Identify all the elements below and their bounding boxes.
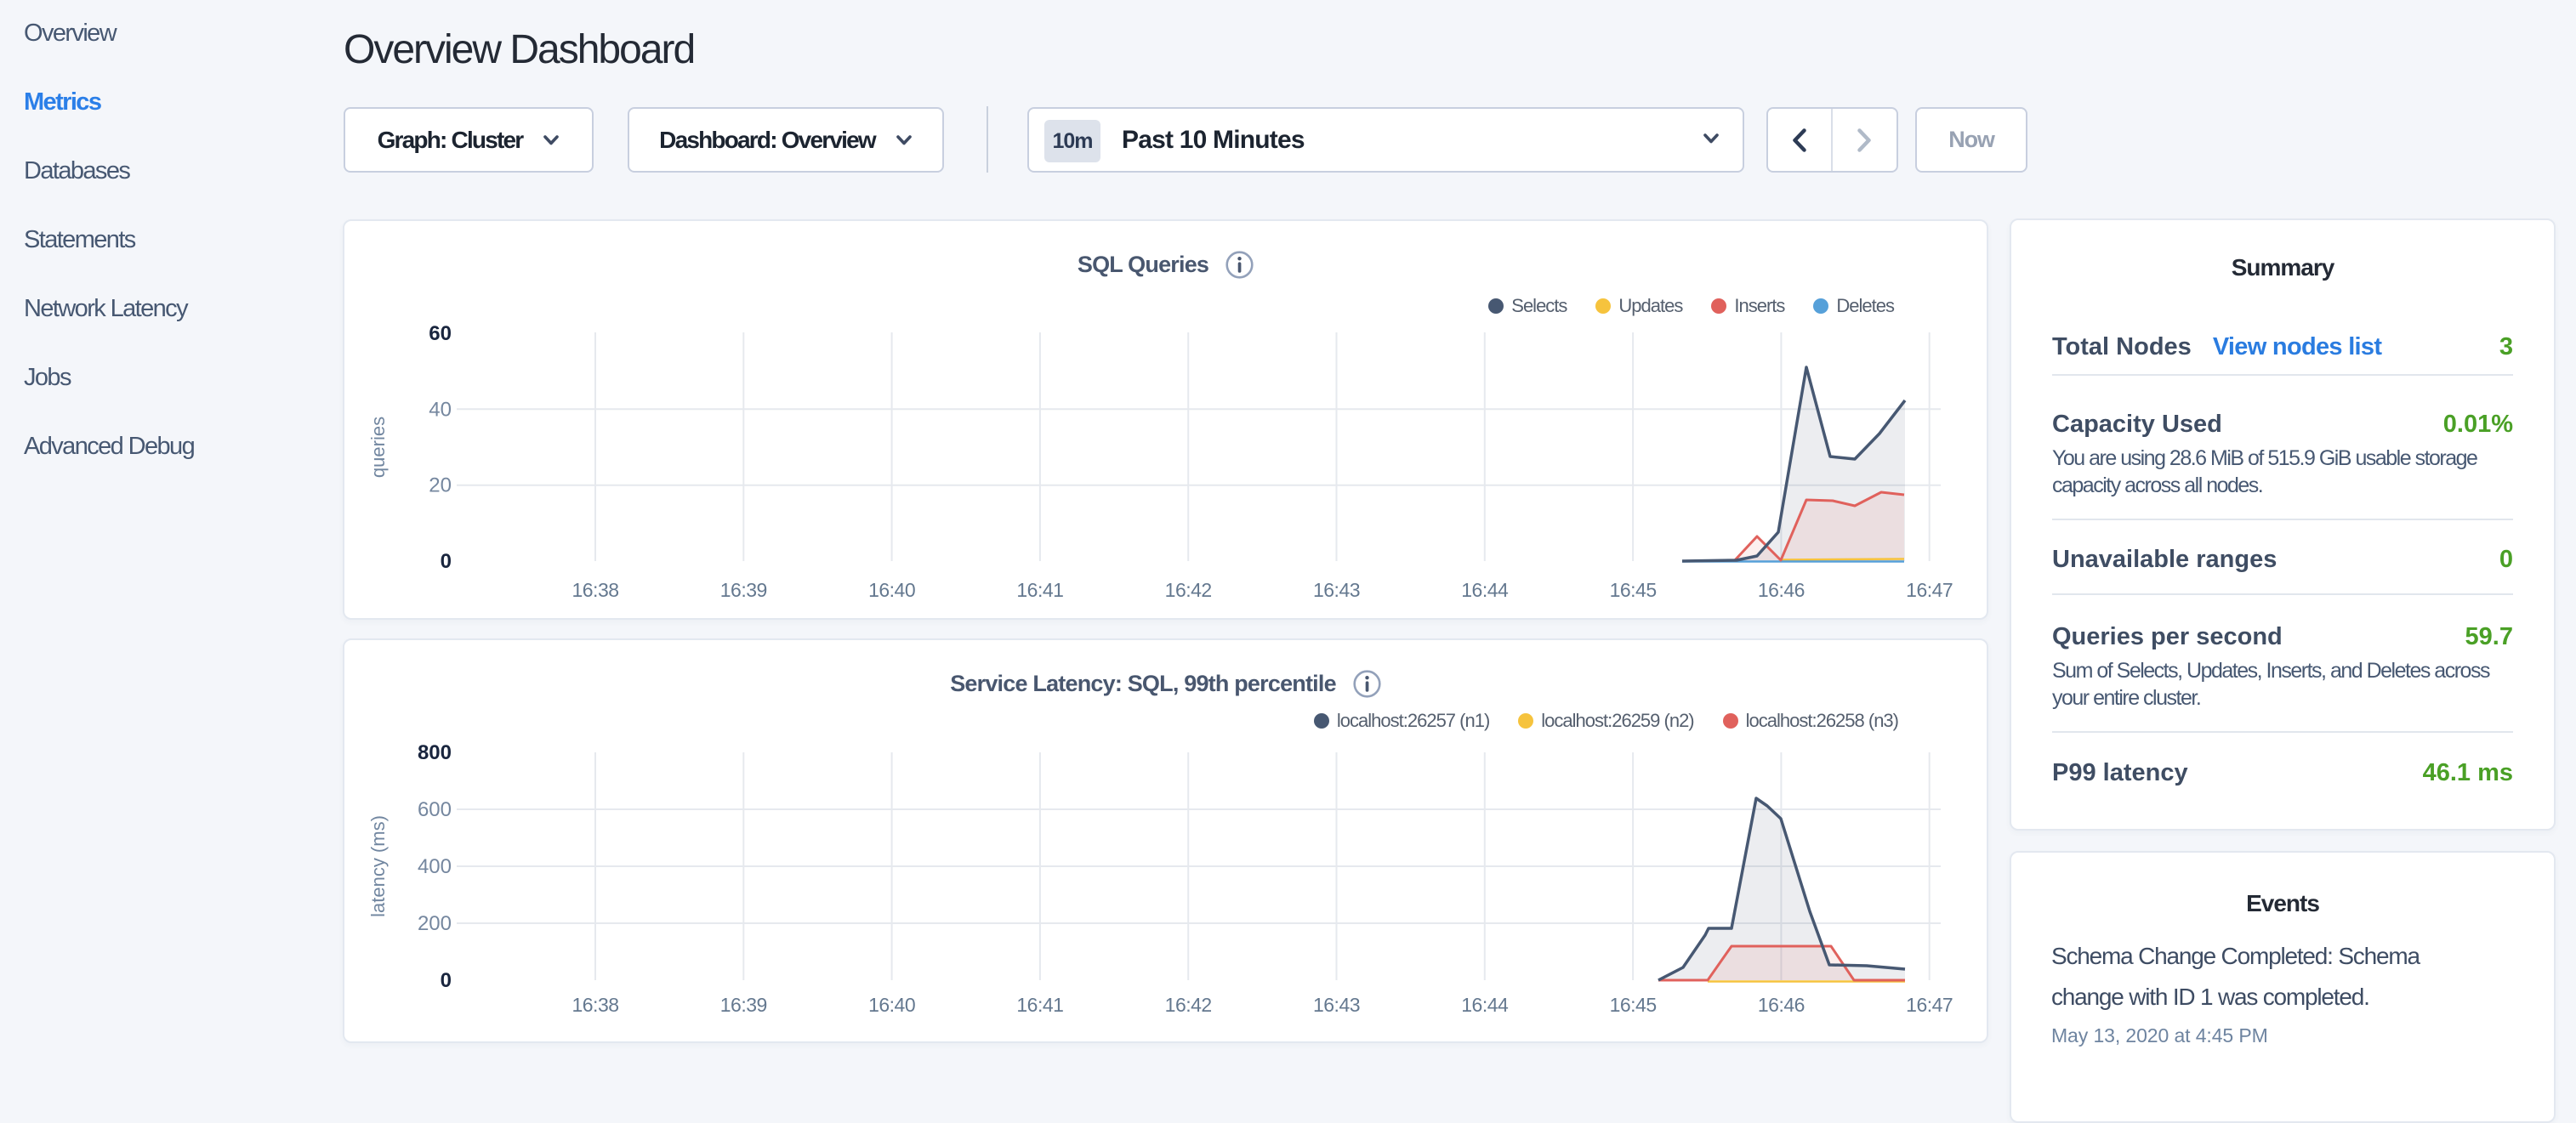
svg-text:queries: queries [367,417,389,478]
svg-text:16:42: 16:42 [1165,579,1212,601]
svg-text:16:40: 16:40 [868,579,915,601]
svg-text:60: 60 [429,322,452,345]
svg-text:16:46: 16:46 [1758,579,1805,601]
svg-text:16:39: 16:39 [720,579,767,601]
svg-text:16:41: 16:41 [1016,994,1063,1016]
svg-text:16:47: 16:47 [1906,994,1953,1016]
svg-text:16:47: 16:47 [1906,579,1953,601]
svg-text:200: 200 [418,912,452,935]
svg-text:16:42: 16:42 [1165,994,1212,1016]
svg-text:16:44: 16:44 [1461,994,1509,1016]
svg-text:16:43: 16:43 [1313,994,1360,1016]
svg-text:0: 0 [441,969,452,992]
svg-text:16:41: 16:41 [1016,579,1063,601]
svg-text:16:43: 16:43 [1313,579,1360,601]
svg-text:600: 600 [418,798,452,821]
svg-text:16:46: 16:46 [1758,994,1805,1016]
svg-text:16:38: 16:38 [571,579,618,601]
svg-text:16:45: 16:45 [1610,994,1657,1016]
svg-text:16:39: 16:39 [720,994,767,1016]
svg-text:800: 800 [418,741,452,764]
svg-text:16:45: 16:45 [1610,579,1657,601]
svg-text:latency (ms): latency (ms) [367,815,389,917]
svg-text:20: 20 [429,474,452,497]
svg-text:16:44: 16:44 [1461,579,1509,601]
svg-text:400: 400 [418,855,452,878]
svg-text:16:38: 16:38 [571,994,618,1016]
svg-text:16:40: 16:40 [868,994,915,1016]
svg-text:0: 0 [441,550,452,573]
svg-text:40: 40 [429,398,452,421]
